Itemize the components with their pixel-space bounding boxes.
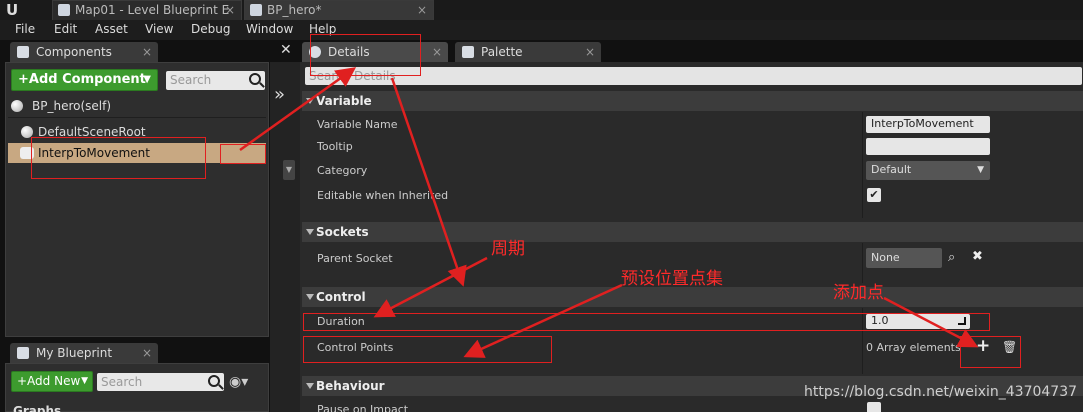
component-label: BP_hero(self) [32,99,112,113]
chevron-down-icon: ▼ [977,165,984,175]
pause-on-impact-label: Pause on Impact [317,403,409,412]
watermark-text: https://blog.csdn.net/weixin_43704737 [804,384,1078,400]
blueprint-book-icon [17,347,29,359]
editable-when-inherited-label: Editable when Inherited [317,189,449,202]
search-placeholder: Search [170,73,212,87]
tab-label: BP_hero* [267,3,322,17]
section-sockets[interactable]: Sockets [302,222,1083,242]
section-control[interactable]: Control [302,287,1083,307]
blueprint-icon [58,4,70,16]
menu-file[interactable]: File [15,22,35,36]
expand-arrows-icon[interactable]: » [274,84,285,105]
title-bar: U Map01 - Level Blueprint E × BP_hero* × [0,0,1083,20]
add-component-label: +Add Component [18,72,146,87]
add-component-button[interactable]: +Add Component ▼ [11,69,158,91]
search-icon [249,73,261,85]
tab-level-blueprint[interactable]: Map01 - Level Blueprint E × [52,0,242,20]
section-variable[interactable]: Variable [302,91,1083,111]
editable-checkbox[interactable]: ✔ [867,188,881,202]
variable-name-field[interactable]: InterpToMovement [866,116,990,133]
tooltip-label: Tooltip [317,140,353,153]
category-value: Default [871,163,912,176]
annotation-preset-points-text: 预设位置点集 [621,269,723,289]
column-divider[interactable] [862,243,863,283]
pause-on-impact-checkbox[interactable] [867,402,881,412]
menu-window[interactable]: Window [246,22,293,36]
search-icon[interactable]: ⌕ [948,250,955,265]
menu-asset[interactable]: Asset [95,22,128,36]
variable-name-label: Variable Name [317,118,398,131]
tab-my-blueprint[interactable]: My Blueprint × [10,343,158,363]
my-blueprint-search-input[interactable]: Search [97,373,224,391]
close-icon[interactable]: × [417,1,427,19]
tab-bp-hero[interactable]: BP_hero* × [244,0,434,20]
search-icon [208,375,220,387]
annotation-box-control-points [303,336,552,363]
tab-components[interactable]: Components × [10,42,158,62]
component-item-self[interactable]: BP_hero(self) [8,96,266,116]
tooltip-field[interactable] [866,138,990,155]
close-icon[interactable]: × [142,42,152,62]
components-icon [17,46,29,58]
search-placeholder: Search [101,375,143,389]
clear-icon[interactable]: ✖ [972,249,983,264]
chevron-down-icon: ▼ [81,376,88,386]
chevron-down-icon: ▼ [143,74,151,85]
panel-splitter[interactable] [270,62,300,412]
tab-label: Components [36,45,112,59]
components-search-input[interactable]: Search [166,71,265,90]
close-icon[interactable]: × [585,42,595,62]
menu-debug[interactable]: Debug [191,22,230,36]
tab-palette[interactable]: Palette × [455,42,601,62]
annotation-box-add-point [960,336,1021,368]
menu-view[interactable]: View [145,22,173,36]
details-search-input[interactable]: Search Details [305,67,1082,85]
annotation-period-text: 周期 [491,239,525,259]
collapse-handle-icon[interactable]: ▼ [283,160,295,180]
tab-label: Palette [481,45,523,59]
divider [8,117,266,118]
add-new-button[interactable]: +Add New ▼ [11,371,93,392]
close-icon[interactable]: × [432,42,442,62]
close-icon[interactable]: × [142,343,152,363]
palette-icon [462,46,474,58]
annotation-box-arrow-start [220,144,266,164]
unreal-logo-icon: U [6,1,19,19]
tab-label: Map01 - Level Blueprint E [75,3,230,17]
menu-bar: File Edit Asset View Debug Window Help [0,20,1083,40]
close-icon[interactable]: × [225,1,235,19]
graphs-header[interactable]: Graphs [13,404,61,412]
parent-socket-field[interactable]: None [866,248,942,268]
category-label: Category [317,164,368,177]
eye-icon[interactable]: ◉▾ [229,375,259,389]
add-new-label: +Add New [17,374,81,388]
menu-edit[interactable]: Edit [54,22,77,36]
category-dropdown[interactable]: Default ▼ [866,161,990,180]
annotation-add-point-text: 添加点 [833,283,884,303]
tools-icon[interactable]: ✕ [280,42,300,62]
tab-label: My Blueprint [36,346,113,360]
parent-socket-label: Parent Socket [317,252,393,265]
column-divider[interactable] [862,112,863,218]
annotation-box-duration [303,313,990,331]
annotation-box-component [31,137,206,179]
sphere-icon [11,100,23,112]
annotation-box-details-tab [310,34,421,76]
control-points-count: 0 Array elements [866,341,961,354]
blueprint-icon [250,4,262,16]
